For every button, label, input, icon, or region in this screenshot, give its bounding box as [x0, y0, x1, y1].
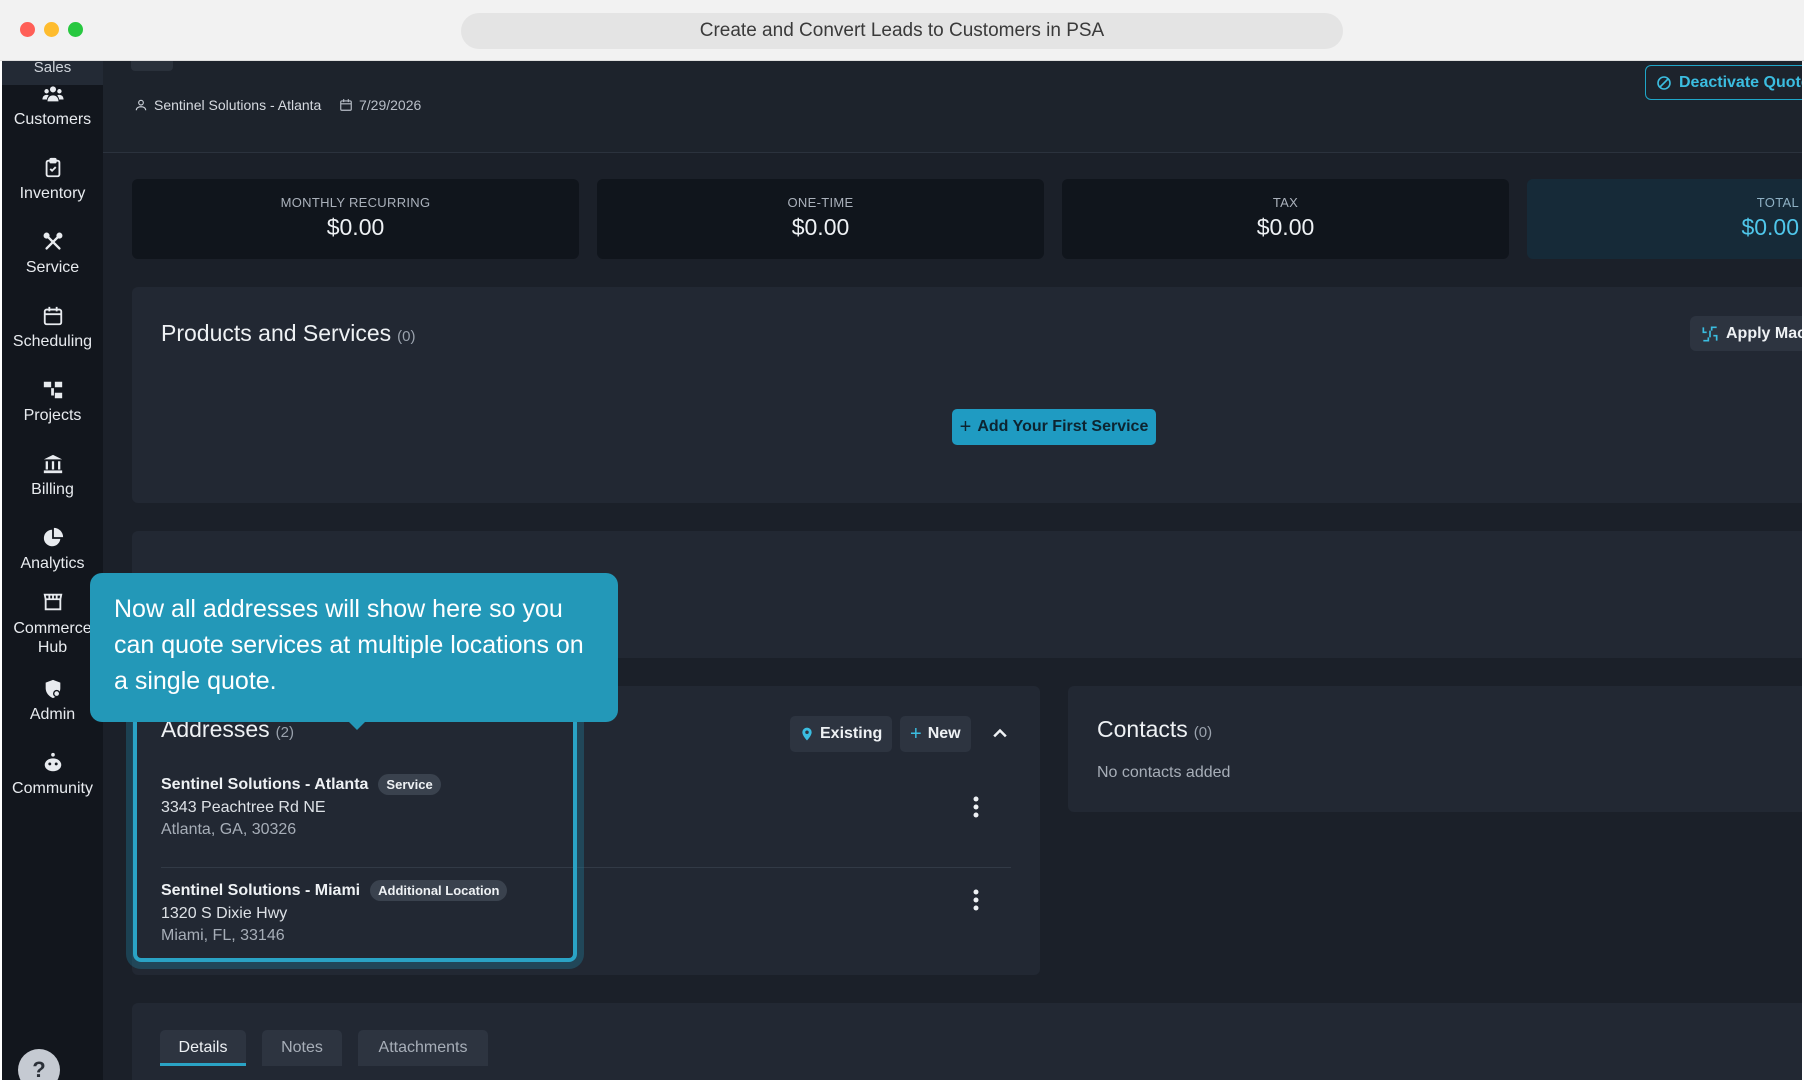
- existing-address-button[interactable]: Existing: [790, 716, 893, 752]
- sidebar-item-service[interactable]: Service: [2, 231, 103, 277]
- stat-tax: TAX $0.00: [1062, 179, 1509, 259]
- stat-label: ONE-TIME: [787, 195, 854, 210]
- sidebar-item-inventory[interactable]: Inventory: [2, 157, 103, 203]
- quote-date: 7/29/2026: [339, 97, 421, 113]
- calendar-icon: [43, 306, 62, 326]
- date-value: 7/29/2026: [359, 97, 422, 113]
- back-button[interactable]: [131, 61, 173, 71]
- sidebar-label: Customers: [13, 111, 92, 128]
- contacts-title: Contacts (0): [1097, 716, 1212, 743]
- customer-name: Sentinel Solutions - Atlanta: [154, 97, 322, 113]
- stat-value: $0.00: [326, 214, 385, 240]
- quote-customer[interactable]: Sentinel Solutions - Atlanta: [134, 97, 321, 113]
- sidebar-label: Community: [12, 780, 93, 797]
- browser-window: Create and Convert Leads to Customers in…: [0, 0, 1804, 1080]
- browser-titlebar: Create and Convert Leads to Customers in…: [0, 0, 1804, 61]
- new-label: New: [927, 725, 961, 742]
- apply-macro-label: Apply Macro: [1726, 324, 1802, 342]
- sidebar-label: Analytics: [20, 555, 85, 572]
- sidebar-label: Inventory: [19, 185, 86, 202]
- map-pin-icon: [802, 727, 812, 741]
- tab-details[interactable]: Details: [160, 1030, 246, 1066]
- sidebar-item-analytics[interactable]: Analytics: [2, 527, 103, 573]
- tools-icon: [43, 232, 62, 250]
- stat-label: TAX: [1272, 195, 1299, 210]
- main-content: Sentinel Solutions - Atlanta 7/29/2026 D…: [103, 61, 1802, 1080]
- products-panel: Products and Services (0) Apply Macro + A…: [132, 287, 1802, 503]
- tab-notes[interactable]: Notes: [262, 1030, 342, 1066]
- stat-value: $0.00: [1741, 214, 1799, 240]
- plus-icon: +: [959, 415, 972, 438]
- existing-label: Existing: [820, 725, 883, 742]
- macro-icon: [1702, 326, 1718, 341]
- plus-icon: +: [910, 722, 922, 745]
- window-minimize-button[interactable]: [44, 22, 59, 37]
- help-button[interactable]: ?: [18, 1049, 60, 1080]
- sidebar-item-sales[interactable]: Sales: [2, 61, 103, 85]
- clipboard-icon: [45, 157, 60, 178]
- shield-user-icon: [45, 679, 60, 699]
- products-count: (0): [397, 328, 416, 345]
- stat-total: TOTAL $0.00: [1527, 179, 1802, 259]
- chevron-up-icon[interactable]: [990, 723, 1010, 743]
- contacts-count: (0): [1193, 724, 1213, 741]
- sidebar-label: Projects: [23, 407, 82, 424]
- page-title-bar: Create and Convert Leads to Customers in…: [461, 13, 1343, 49]
- sidebar-item-projects[interactable]: Projects: [2, 379, 103, 425]
- tab-attachments[interactable]: Attachments: [358, 1030, 488, 1066]
- calendar-icon: [340, 99, 352, 111]
- hierarchy-icon: [43, 381, 62, 399]
- store-icon: [43, 593, 62, 611]
- products-title-text: Products and Services: [161, 320, 392, 346]
- sidebar-label: Service: [25, 259, 80, 276]
- stat-value: $0.00: [791, 214, 850, 240]
- quote-header: Sentinel Solutions - Atlanta 7/29/2026 D…: [103, 61, 1802, 153]
- users-icon: [41, 86, 64, 102]
- sidebar-item-scheduling[interactable]: Scheduling: [2, 305, 103, 351]
- sidebar-label: Billing: [31, 481, 74, 498]
- more-options-icon[interactable]: [973, 796, 979, 818]
- stat-label: MONTHLY RECURRING: [280, 195, 431, 210]
- contacts-panel: Contacts (0) No contacts added: [1068, 686, 1802, 812]
- person-icon: [135, 99, 147, 111]
- sidebar-item-billing[interactable]: Billing: [2, 453, 103, 499]
- sidebar-item-admin[interactable]: Admin: [2, 678, 103, 724]
- stat-value: $0.00: [1256, 214, 1315, 240]
- stat-monthly-recurring: MONTHLY RECURRING $0.00: [132, 179, 579, 259]
- tour-tooltip: Now all addresses will show here so you …: [90, 573, 618, 722]
- sidebar-label: Commerce Hub: [13, 620, 92, 656]
- contacts-title-text: Contacts: [1097, 716, 1188, 742]
- deactivate-label: Deactivate Quote: [1679, 73, 1802, 91]
- sidebar: Sales Customers Inventory Service Schedu…: [2, 61, 103, 1080]
- contacts-empty-text: No contacts added: [1097, 764, 1231, 781]
- sidebar-item-community[interactable]: Community: [2, 752, 103, 798]
- products-title: Products and Services (0): [161, 320, 415, 347]
- add-first-label: Add Your First Service: [977, 418, 1149, 435]
- window-maximize-button[interactable]: [68, 22, 83, 37]
- add-first-service-button[interactable]: + Add Your First Service: [952, 409, 1156, 445]
- sidebar-item-commerce-hub[interactable]: Commerce Hub: [2, 591, 103, 657]
- tooltip-pointer: [348, 721, 366, 730]
- sidebar-label: Admin: [29, 706, 76, 723]
- more-options-icon[interactable]: [973, 889, 979, 911]
- window-close-button[interactable]: [20, 22, 35, 37]
- bank-icon: [43, 454, 62, 474]
- community-icon: [44, 752, 61, 772]
- pie-chart-icon: [43, 527, 63, 547]
- sidebar-label: Scheduling: [12, 333, 93, 350]
- details-tabs-panel: Details Notes Attachments: [132, 1003, 1802, 1080]
- sidebar-item-customers[interactable]: Customers: [2, 83, 103, 129]
- deactivate-quote-button[interactable]: Deactivate Quote: [1645, 65, 1802, 100]
- app-viewport: Sales Customers Inventory Service Schedu…: [2, 61, 1802, 1080]
- stat-label: TOTAL: [1756, 195, 1799, 210]
- new-address-button[interactable]: + New: [900, 716, 971, 752]
- ban-icon: [1657, 75, 1671, 90]
- stat-one-time: ONE-TIME $0.00: [597, 179, 1044, 259]
- apply-macro-button[interactable]: Apply Macro: [1690, 316, 1802, 351]
